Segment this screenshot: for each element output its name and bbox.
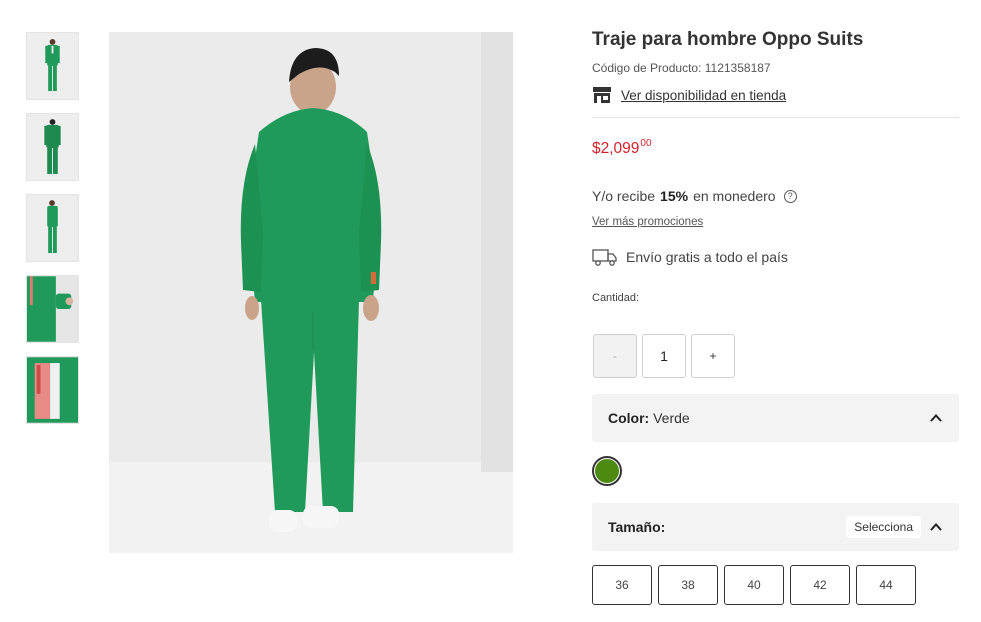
size-options: 36 38 40 42 44 [592, 565, 916, 605]
thumbnail-front[interactable] [26, 32, 79, 100]
quantity-increase-button[interactable]: + [691, 334, 735, 378]
store-icon [593, 87, 611, 103]
color-swatch-verde[interactable] [592, 456, 622, 486]
quantity-label: Cantidad: [592, 292, 640, 304]
size-option-38[interactable]: 38 [658, 565, 718, 605]
thumbnail-detail-lining[interactable] [26, 356, 79, 424]
store-link-text[interactable]: Ver disponibilidad en tienda [621, 88, 786, 103]
thumbnail-side[interactable] [26, 194, 79, 262]
color-swatch-fill [595, 459, 619, 483]
more-promotions-link[interactable]: Ver más promociones [592, 216, 703, 228]
free-shipping-info: Envío gratis a todo el país [592, 247, 788, 267]
divider [592, 117, 959, 118]
price-cents: 00 [640, 138, 652, 149]
size-label-key: Tamaño: [608, 519, 666, 535]
product-code: Código de Producto: 1121358187 [592, 61, 771, 75]
quantity-decrease-button[interactable]: - [593, 334, 637, 378]
main-product-image[interactable] [109, 32, 513, 553]
color-accordion[interactable]: Color: Verde [592, 394, 959, 442]
size-option-36[interactable]: 36 [592, 565, 652, 605]
thumbnail-gallery [26, 32, 79, 437]
product-title: Traje para hombre Oppo Suits [592, 29, 864, 50]
monedero-info: Y/o recibe 15% en monedero ? [592, 188, 797, 204]
chevron-up-icon[interactable] [929, 411, 943, 425]
size-option-42[interactable]: 42 [790, 565, 850, 605]
truck-icon [592, 249, 617, 266]
thumbnail-back[interactable] [26, 113, 79, 181]
shipping-text: Envío gratis a todo el país [626, 249, 788, 265]
store-availability-link[interactable]: Ver disponibilidad en tienda [592, 86, 786, 104]
color-label: Color: Verde [608, 410, 690, 426]
chevron-up-icon[interactable] [929, 520, 943, 534]
size-select-badge[interactable]: Selecciona [846, 516, 921, 538]
monedero-percent: 15% [660, 188, 689, 204]
color-label-key: Color: [608, 410, 650, 426]
price-main: $2,099 [592, 140, 640, 157]
quantity-value[interactable]: 1 [642, 334, 686, 378]
thumbnail-detail-sleeve[interactable] [26, 275, 79, 343]
size-option-40[interactable]: 40 [724, 565, 784, 605]
quantity-stepper: - 1 + [593, 334, 735, 378]
size-accordion[interactable]: Tamaño: Selecciona [592, 503, 959, 551]
monedero-suffix: en monedero [693, 188, 776, 204]
size-label: Tamaño: [608, 519, 665, 535]
color-value: Verde [653, 410, 690, 426]
monedero-prefix: Y/o recibe [592, 188, 656, 204]
help-circle-icon[interactable]: ? [783, 189, 797, 203]
price: $2,09900 [592, 138, 652, 158]
size-option-44[interactable]: 44 [856, 565, 916, 605]
